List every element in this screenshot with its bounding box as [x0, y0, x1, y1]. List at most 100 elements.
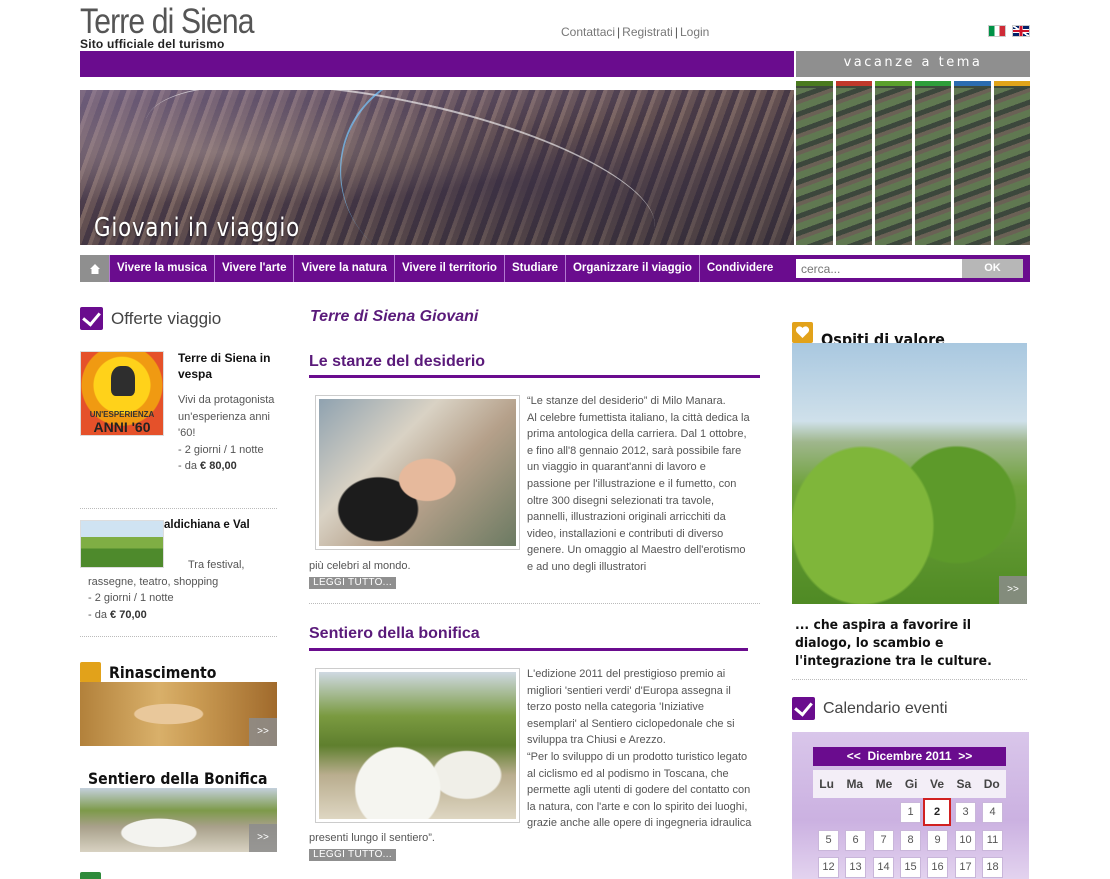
article-paragraph: Al celebre fumettista italiano, la città… [527, 411, 750, 573]
theme-arrow-button[interactable]: >> [249, 718, 277, 746]
weekday-label: Ma [846, 777, 864, 791]
calendar-day[interactable]: 9 [927, 830, 948, 851]
heart-icon [792, 322, 813, 343]
ospiti-caption: ... che aspira a favorire il dialogo, lo… [795, 617, 992, 669]
article-image[interactable] [315, 668, 520, 823]
nav-vivere-la-natura[interactable]: Vivere la natura [293, 255, 393, 282]
offer-price-row: - da € 80,00 [178, 458, 278, 475]
weekday-label: Ve [930, 777, 945, 791]
calendar-day[interactable]: 7 [873, 830, 894, 851]
search-input[interactable] [796, 259, 962, 278]
login-link[interactable]: Login [680, 25, 709, 39]
offer-price-prefix: - da [88, 608, 107, 621]
theme-strips [796, 81, 1030, 245]
calendar-day[interactable]: 1 [900, 802, 921, 823]
nav-vivere-la-musica[interactable]: Vivere la musica [109, 255, 214, 282]
theme-strip[interactable] [954, 81, 991, 245]
theme-strip[interactable] [796, 81, 833, 245]
theme-title: Rinascimento [109, 662, 217, 682]
calendar-day[interactable]: 4 [982, 802, 1003, 823]
calendar-day[interactable]: 10 [955, 830, 976, 851]
vespa-icon [111, 366, 135, 396]
hero-banner[interactable]: Giovani in viaggio [80, 90, 794, 245]
theme-arrow-button[interactable]: >> [249, 824, 277, 852]
article-image[interactable] [315, 395, 520, 550]
calendar-day[interactable]: 14 [873, 857, 894, 878]
tuscan-landscape-image[interactable]: >> [792, 343, 1027, 604]
theme-strip[interactable] [875, 81, 912, 245]
offer-duration: - 2 giorni / 1 notte [88, 592, 174, 604]
calendar-heading-text: Calendario eventi [823, 699, 948, 717]
geese-path-image [319, 672, 516, 819]
calendar-day[interactable]: 12 [818, 857, 839, 878]
article-body: “Le stanze del desiderio” di Milo Manara… [527, 393, 752, 576]
article-paragraph: “Le stanze del desiderio” di Milo Manara… [527, 395, 726, 407]
weekday-label: Sa [956, 777, 972, 791]
weekday-label: Me [875, 777, 893, 791]
offer-title[interactable]: aldichiana e Val [164, 519, 250, 531]
contattaci-link[interactable]: Contattaci [561, 25, 615, 39]
offer-details: Vivi da protagonista un'esperienza anni … [178, 392, 278, 475]
main-navigation: Vivere la musica Vivere l'arte Vivere la… [80, 255, 1030, 282]
calendar-day[interactable]: 8 [900, 830, 921, 851]
calendar-day[interactable]: 5 [818, 830, 839, 851]
calendar-day[interactable]: 17 [955, 857, 976, 878]
rinascimento-image[interactable]: >> [80, 682, 277, 746]
article-heading-underline [309, 375, 760, 378]
ospiti-arrow-button[interactable]: >> [999, 576, 1027, 604]
calendar-day-selected[interactable]: 2 [923, 798, 951, 826]
nav-condividere[interactable]: Condividere [698, 255, 780, 282]
article-heading[interactable]: Sentiero della bonifica [309, 625, 480, 643]
article-heading[interactable]: Le stanze del desiderio [309, 353, 485, 371]
nav-vivere-larte[interactable]: Vivere l'arte [213, 255, 294, 282]
rinascimento-icon [80, 661, 101, 683]
weekday-label: Lu [819, 777, 834, 791]
italian-flag-icon[interactable] [988, 25, 1006, 37]
read-more-button[interactable]: LEGGI TUTTO... [309, 849, 396, 861]
vespa-offer-image[interactable]: UN'ESPERIENZA ANNI '60 [80, 351, 164, 436]
next-month-button[interactable]: >> [958, 749, 972, 763]
theme-sentiero-bonifica[interactable]: Sentiero della Bonifica >> [80, 768, 277, 852]
article-body-tail: più celebri al mondo. [309, 560, 411, 572]
hero-caption: Giovani in viaggio [94, 213, 300, 243]
nav-studiare[interactable]: Studiare [503, 255, 565, 282]
offer-price-row: - da € 70,00 [88, 607, 278, 624]
weekday-label: Gi [904, 777, 918, 791]
weekday-label: Do [983, 777, 1000, 791]
site-logo-title[interactable]: Terre di Siena [80, 2, 255, 42]
search-ok-button[interactable]: OK [962, 259, 1023, 278]
sentiero-bonifica-image[interactable]: >> [80, 788, 277, 852]
home-button[interactable] [80, 255, 109, 282]
theme-title: Sentiero della Bonifica [88, 768, 268, 788]
theme-rinascimento[interactable]: Rinascimento >> [80, 661, 277, 746]
english-flag-icon[interactable] [1012, 25, 1030, 37]
theme-header: Rinascimento [80, 661, 277, 683]
calendar-day[interactable]: 13 [845, 857, 866, 878]
divider [80, 636, 277, 637]
calendar-day[interactable]: 6 [845, 830, 866, 851]
calendar-day[interactable]: 18 [982, 857, 1003, 878]
header-purple-bar [80, 51, 794, 77]
registrati-link[interactable]: Registrati [622, 25, 673, 39]
divider [309, 603, 760, 604]
calendar-day[interactable]: 16 [927, 857, 948, 878]
calendar-day[interactable]: 11 [982, 830, 1003, 851]
offer-title[interactable]: Terre di Siena in vespa [178, 350, 278, 382]
offer-details: Tra festival, rassegne, teatro, shopping… [88, 557, 278, 623]
vacanze-a-tema-tab[interactable]: vacanze a tema [796, 51, 1030, 77]
calendar-month-label: Dicembre 2011 [867, 749, 952, 763]
article-heading-underline [309, 648, 748, 651]
read-more-button[interactable]: LEGGI TUTTO... [309, 577, 396, 589]
offer-description: Vivi da protagonista un'esperienza anni … [178, 394, 275, 439]
calendar-day[interactable]: 3 [955, 802, 976, 823]
calendar-heading: Calendario eventi [792, 697, 948, 720]
prev-month-button[interactable]: << [847, 749, 861, 763]
article-body-tail: presenti lungo il sentiero”. [309, 832, 435, 844]
theme-strip[interactable] [914, 81, 951, 245]
article-paragraph: L'edizione 2011 del prestigioso premio a… [527, 668, 735, 747]
theme-strip[interactable] [993, 81, 1030, 245]
nav-organizzare-il-viaggio[interactable]: Organizzare il viaggio [564, 255, 699, 282]
theme-strip[interactable] [835, 81, 872, 245]
calendar-day[interactable]: 15 [900, 857, 921, 878]
nav-vivere-il-territorio[interactable]: Vivere il territorio [393, 255, 504, 282]
